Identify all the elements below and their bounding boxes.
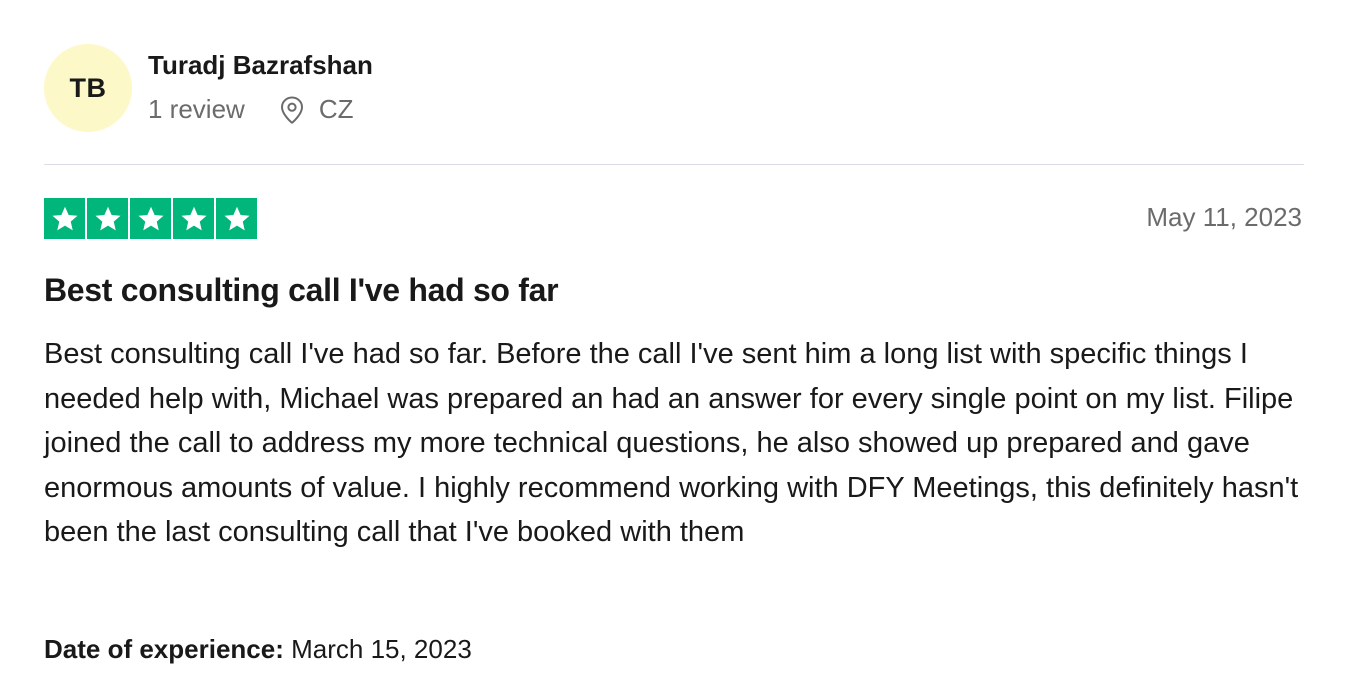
experience-label: Date of experience:: [44, 634, 284, 664]
reviewer-location: CZ: [318, 94, 354, 124]
star-icon: [44, 198, 85, 239]
avatar[interactable]: TB: [44, 44, 132, 132]
review-date: May 11, 2023: [1146, 202, 1302, 232]
divider: [44, 164, 1304, 165]
date-of-experience: Date of experience: March 15, 2023: [44, 634, 472, 665]
avatar-initials: TB: [69, 72, 107, 103]
star-icon: [216, 198, 257, 239]
map-pin-icon: [280, 95, 303, 124]
star-rating: [44, 198, 257, 239]
star-icon: [130, 198, 171, 239]
star-icon: [87, 198, 128, 239]
review-count: 1 review: [148, 94, 245, 124]
reviewer-name[interactable]: Turadj Bazrafshan: [148, 50, 373, 81]
star-icon: [173, 198, 214, 239]
review-body: Best consulting call I've had so far. Be…: [44, 338, 1299, 548]
review-title[interactable]: Best consulting call I've had so far: [44, 272, 559, 309]
reviewer-meta: 1 review CZ: [148, 94, 354, 125]
experience-date: March 15, 2023: [291, 634, 472, 664]
